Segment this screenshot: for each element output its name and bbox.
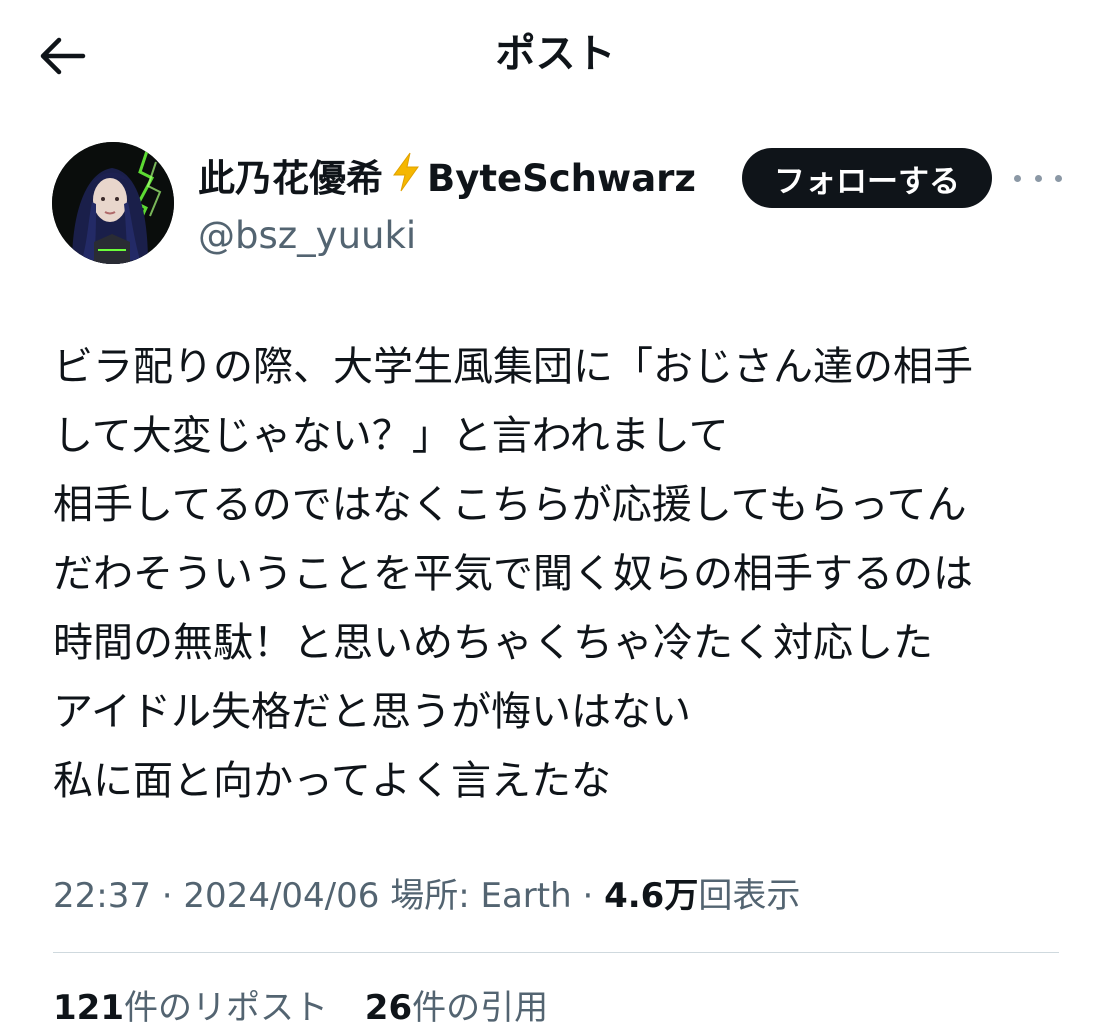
author-group-name: ByteSchwarz: [427, 157, 696, 200]
reposts-label: 件のリポスト: [123, 988, 328, 1028]
post-text-line: 相手してるのではなくこちらが応援してもらってん: [53, 482, 967, 528]
divider: [53, 952, 1059, 953]
meta-separator: ·: [161, 876, 173, 916]
more-options-icon: [1034, 174, 1042, 182]
quotes-count: 26: [364, 988, 413, 1028]
author-names: 此乃花優希 ByteSchwarz @bsz_yuuki: [198, 152, 696, 262]
post-text-line: アイドル失格だと思うが悔いはない: [53, 689, 691, 735]
views-count[interactable]: 4.6万: [604, 876, 698, 916]
post-text-line: 時間の無駄！と思いめちゃくちゃ冷たく対応した: [53, 620, 933, 666]
more-options-icon: [1014, 174, 1021, 182]
post-text: ビラ配りの際、大学生風集団に「おじさん達の相手 して大変じゃない？」と言われまし…: [53, 333, 1063, 816]
post-text-line: ビラ配りの際、大学生風集団に「おじさん達の相手: [53, 344, 973, 390]
avatar[interactable]: [52, 142, 174, 264]
post-text-line: だわそういうことを平気で聞く奴らの相手するのは: [53, 551, 973, 597]
page-title: ポスト: [495, 31, 616, 77]
follow-button[interactable]: フォローする: [742, 148, 992, 208]
lightning-bolt-icon: [391, 152, 421, 206]
post-date[interactable]: 2024/04/06: [183, 876, 379, 916]
post-location: 場所: Earth: [390, 876, 572, 916]
views-label: 回表示: [698, 876, 801, 916]
post-text-line: して大変じゃない？」と言われまして: [53, 413, 729, 459]
author-name-text: 此乃花優希: [198, 157, 383, 200]
more-options-icon: [1055, 174, 1062, 182]
author-handle[interactable]: @bsz_yuuki: [198, 210, 696, 262]
reposts-stat[interactable]: 121件のリポスト: [53, 980, 328, 1036]
post-time[interactable]: 22:37: [53, 876, 151, 916]
meta-separator: ·: [582, 876, 594, 916]
more-options-button[interactable]: [1014, 160, 1062, 196]
avatar-image: [52, 142, 174, 264]
author-row: 此乃花優希 ByteSchwarz @bsz_yuuki フォローする: [52, 142, 1062, 266]
post-text-line: 私に面と向かってよく言えたな: [53, 758, 611, 804]
author-display-name[interactable]: 此乃花優希 ByteSchwarz: [198, 152, 696, 206]
top-bar: ポスト: [0, 0, 1111, 110]
quotes-label: 件の引用: [412, 988, 549, 1028]
post-meta: 22:37 · 2024/04/06 場所: Earth · 4.6万回表示: [53, 868, 1063, 924]
reposts-count: 121: [53, 988, 124, 1028]
post-stats: 121件のリポスト 26件の引用: [53, 980, 548, 1036]
quotes-stat[interactable]: 26件の引用: [365, 980, 548, 1036]
